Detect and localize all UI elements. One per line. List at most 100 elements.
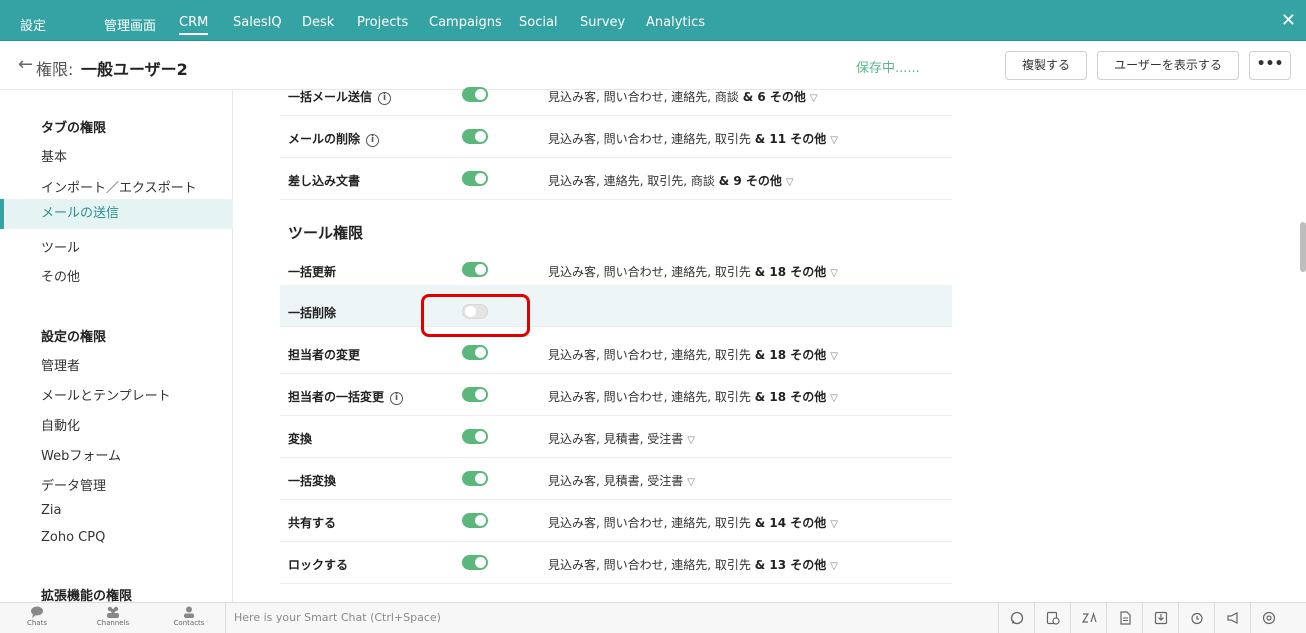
- download-icon[interactable]: [1142, 603, 1178, 633]
- module-list[interactable]: 見込み客, 問い合わせ, 連絡先, 取引先 & 18 その他 ▽: [548, 346, 838, 363]
- permission-toggle[interactable]: [462, 387, 488, 402]
- contacts-button[interactable]: Contacts: [159, 606, 219, 627]
- sidebar-item-basic[interactable]: 基本: [41, 146, 67, 165]
- contacts-label: Contacts: [173, 619, 205, 627]
- sidebar-item-email-templates[interactable]: メールとテンプレート: [41, 385, 171, 404]
- permission-toggle[interactable]: [462, 345, 488, 360]
- nav-social[interactable]: Social: [519, 15, 558, 30]
- permission-row-delete-email: メールの削除 i 見込み客, 問い合わせ, 連絡先, 取引先 & 11 その他 ▽: [280, 116, 952, 158]
- chevron-down-icon[interactable]: ▽: [830, 561, 838, 572]
- permission-row-lock: ロックする 見込み客, 問い合わせ, 連絡先, 取引先 & 13 その他 ▽: [280, 542, 952, 584]
- group-icon: [107, 606, 119, 618]
- sidebar-item-zoho-cpq[interactable]: Zoho CPQ: [41, 530, 105, 545]
- permission-label: 担当者の変更: [288, 348, 361, 362]
- permission-toggle[interactable]: [462, 471, 488, 486]
- back-arrow-icon[interactable]: ←: [18, 54, 33, 75]
- permission-row-mass-delete: 一括削除: [280, 285, 952, 327]
- module-list[interactable]: 見込み客, 問い合わせ, 連絡先, 取引先 & 13 その他 ▽: [548, 556, 838, 573]
- permission-toggle[interactable]: [462, 171, 488, 186]
- module-list[interactable]: 見込み客, 見積書, 受注書 ▽: [548, 430, 695, 447]
- module-list[interactable]: 見込み客, 問い合わせ, 連絡先, 取引先 & 18 その他 ▽: [548, 388, 838, 405]
- section-title-tools: ツール権限: [288, 224, 364, 242]
- permission-label: 一括削除: [288, 306, 337, 320]
- announcement-icon[interactable]: [1214, 603, 1250, 633]
- permission-label: 差し込み文書: [288, 174, 361, 188]
- permission-toggle[interactable]: [462, 555, 488, 570]
- module-list[interactable]: 見込み客, 問い合わせ, 連絡先, 取引先 & 11 その他 ▽: [548, 130, 838, 147]
- sidebar-item-tools[interactable]: ツール: [41, 237, 80, 256]
- sidebar-item-import-export[interactable]: インポート／エクスポート: [41, 177, 197, 196]
- whatsapp-icon[interactable]: [998, 603, 1034, 633]
- permission-label: 担当者の一括変更 i: [288, 388, 404, 405]
- module-list[interactable]: 見込み客, 問い合わせ, 連絡先, 取引先 & 18 その他 ▽: [548, 263, 838, 280]
- chevron-down-icon[interactable]: ▽: [830, 268, 838, 279]
- module-list[interactable]: 見込み客, 問い合わせ, 連絡先, 取引先 & 14 その他 ▽: [548, 514, 838, 531]
- sidebar-item-zia[interactable]: Zia: [41, 503, 61, 518]
- chevron-down-icon[interactable]: ▽: [830, 351, 838, 362]
- module-list[interactable]: 見込み客, 問い合わせ, 連絡先, 商談 & 6 その他 ▽: [548, 88, 818, 105]
- sidebar-item-automation[interactable]: 自動化: [41, 415, 80, 434]
- scrollbar-thumb[interactable]: [1300, 222, 1306, 272]
- nav-desk[interactable]: Desk: [302, 15, 334, 30]
- chats-button[interactable]: Chats: [7, 606, 67, 627]
- page-title-prefix: 権限:: [36, 60, 74, 79]
- alarm-icon[interactable]: [1178, 603, 1214, 633]
- sidebar-item-data-management[interactable]: データ管理: [41, 475, 106, 494]
- nav-salesiq[interactable]: SalesIQ: [233, 15, 282, 30]
- info-icon[interactable]: i: [378, 92, 392, 105]
- permission-label: ロックする: [288, 558, 349, 572]
- sidebar-item-admin[interactable]: 管理者: [41, 355, 80, 374]
- permission-row-bulk-email: 一括メール送信 i 見込み客, 問い合わせ, 連絡先, 商談 & 6 その他 ▽: [280, 74, 952, 116]
- info-icon[interactable]: i: [390, 392, 404, 405]
- sidebar-item-others[interactable]: その他: [41, 266, 80, 285]
- chevron-down-icon[interactable]: ▽: [687, 435, 695, 446]
- permission-row-mass-convert: 一括変換 見込み客, 見積書, 受注書 ▽: [280, 458, 952, 500]
- nav-admin[interactable]: 管理画面: [104, 15, 156, 34]
- permission-toggle[interactable]: [462, 129, 488, 144]
- highlight-annotation-box: [421, 294, 530, 337]
- chevron-down-icon[interactable]: ▽: [810, 93, 818, 104]
- permission-label: メールの削除 i: [288, 130, 380, 147]
- permission-row-mail-merge: 差し込み文書 見込み客, 連絡先, 取引先, 商談 & 9 その他 ▽: [280, 158, 952, 200]
- sidebar-heading-tab-permissions: タブの権限: [41, 121, 107, 136]
- nav-campaigns[interactable]: Campaigns: [429, 15, 502, 30]
- show-users-button[interactable]: ユーザーを表示する: [1097, 51, 1239, 80]
- module-list[interactable]: 見込み客, 見積書, 受注書 ▽: [548, 472, 695, 489]
- sidebar: タブの権限 基本 インポート／エクスポート メールの送信 ツール その他 設定の…: [0, 90, 233, 604]
- chevron-down-icon[interactable]: ▽: [830, 519, 838, 530]
- chevron-down-icon[interactable]: ▽: [830, 135, 838, 146]
- duplicate-button[interactable]: 複製する: [1005, 51, 1087, 80]
- permission-toggle[interactable]: [462, 87, 488, 102]
- permission-toggle[interactable]: [462, 262, 488, 277]
- info-icon[interactable]: i: [366, 134, 380, 147]
- document-icon[interactable]: [1106, 603, 1142, 633]
- nav-analytics[interactable]: Analytics: [646, 15, 705, 30]
- permission-toggle[interactable]: [462, 429, 488, 444]
- settings-icon[interactable]: [1250, 603, 1306, 633]
- more-options-button[interactable]: •••: [1249, 51, 1291, 80]
- sidebar-item-send-email[interactable]: メールの送信: [0, 199, 233, 229]
- chevron-down-icon[interactable]: ▽: [687, 477, 695, 488]
- chats-label: Chats: [26, 619, 47, 627]
- channels-button[interactable]: Channels: [83, 606, 143, 627]
- record-icon[interactable]: [1034, 603, 1070, 633]
- chevron-down-icon[interactable]: ▽: [830, 393, 838, 404]
- permission-toggle[interactable]: [462, 513, 488, 528]
- nav-crm[interactable]: CRM: [179, 15, 209, 35]
- person-icon: [184, 606, 194, 618]
- module-list[interactable]: 見込み客, 連絡先, 取引先, 商談 & 9 その他 ▽: [548, 172, 794, 189]
- permission-row-mass-change-owner: 担当者の一括変更 i 見込み客, 問い合わせ, 連絡先, 取引先 & 18 その他…: [280, 374, 952, 416]
- zia-icon[interactable]: [1070, 603, 1106, 633]
- permission-row-change-owner: 担当者の変更 見込み客, 問い合わせ, 連絡先, 取引先 & 18 その他 ▽: [280, 332, 952, 374]
- chevron-down-icon[interactable]: ▽: [786, 177, 794, 188]
- smart-chat-input[interactable]: Here is your Smart Chat (Ctrl+Space): [225, 603, 998, 633]
- nav-projects[interactable]: Projects: [357, 15, 408, 30]
- sidebar-item-webforms[interactable]: Webフォーム: [41, 445, 121, 464]
- channels-label: Channels: [96, 619, 130, 627]
- permission-row-convert: 変換 見込み客, 見積書, 受注書 ▽: [280, 416, 952, 458]
- permission-label: 一括メール送信 i: [288, 88, 392, 105]
- nav-survey[interactable]: Survey: [580, 15, 625, 30]
- page-title: 一般ユーザー2: [81, 60, 188, 79]
- close-icon[interactable]: ✕: [1281, 12, 1296, 30]
- sidebar-heading-settings-permissions: 設定の権限: [41, 330, 107, 345]
